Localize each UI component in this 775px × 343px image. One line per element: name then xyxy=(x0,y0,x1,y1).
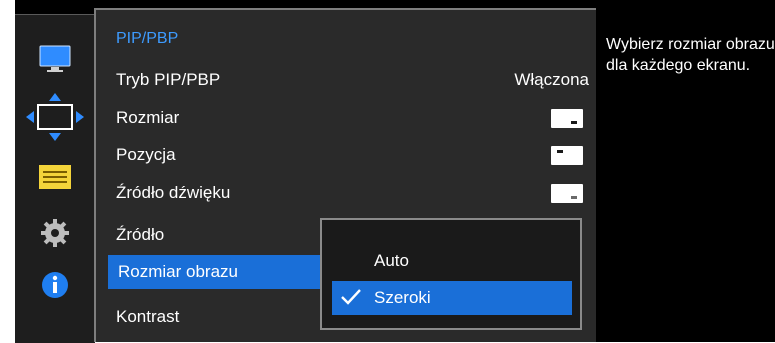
position-preview-icon xyxy=(551,146,583,165)
menu-item-label: Rozmiar obrazu xyxy=(118,262,238,281)
help-panel: Wybierz rozmiar obrazu dla każdego ekran… xyxy=(596,8,775,342)
screen-adjust-category-button[interactable] xyxy=(15,92,95,146)
menu-item-pip-pbp-mode[interactable]: Tryb PIP/PBP Włączona xyxy=(106,63,589,97)
info-icon xyxy=(39,269,71,306)
menu-item-position[interactable]: Pozycja xyxy=(106,138,589,172)
menu-item-label: Źródło xyxy=(116,225,165,244)
option-wide[interactable]: Szeroki xyxy=(332,281,572,315)
option-auto[interactable]: Auto xyxy=(332,244,572,278)
menu-item-sound-source[interactable]: Źródło dźwięku xyxy=(106,176,589,210)
checkmark-icon xyxy=(340,288,362,311)
menu-item-label: Rozmiar xyxy=(116,108,180,127)
option-label: Auto xyxy=(374,251,409,270)
help-text: Wybierz rozmiar obrazu dla każdego ekran… xyxy=(606,36,775,74)
menu-item-value: Włączona xyxy=(514,70,589,89)
picture-category-button[interactable] xyxy=(15,41,95,81)
menu-item-size[interactable]: Rozmiar xyxy=(106,101,589,135)
screen-adjust-icon xyxy=(20,92,90,146)
monitor-icon xyxy=(37,43,73,80)
settings-list-icon xyxy=(37,163,73,196)
menu-category-rail xyxy=(15,14,95,343)
system-category-button[interactable] xyxy=(15,159,95,199)
menu-item-picture-size[interactable]: Rozmiar obrazu xyxy=(108,255,322,289)
option-label: Szeroki xyxy=(374,288,431,307)
picture-size-dropdown: Auto Szeroki xyxy=(320,218,582,330)
menu-item-label: Kontrast xyxy=(116,307,180,326)
settings-category-button[interactable] xyxy=(15,215,95,255)
menu-item-label: Źródło dźwięku xyxy=(116,183,231,202)
information-category-button[interactable] xyxy=(15,267,95,307)
menu-item-label: Pozycja xyxy=(116,145,176,164)
size-preview-icon xyxy=(551,109,583,128)
gear-icon xyxy=(39,217,71,254)
menu-item-label: Tryb PIP/PBP xyxy=(116,70,221,89)
sound-source-preview-icon xyxy=(551,184,583,203)
panel-title: PIP/PBP xyxy=(116,30,179,47)
